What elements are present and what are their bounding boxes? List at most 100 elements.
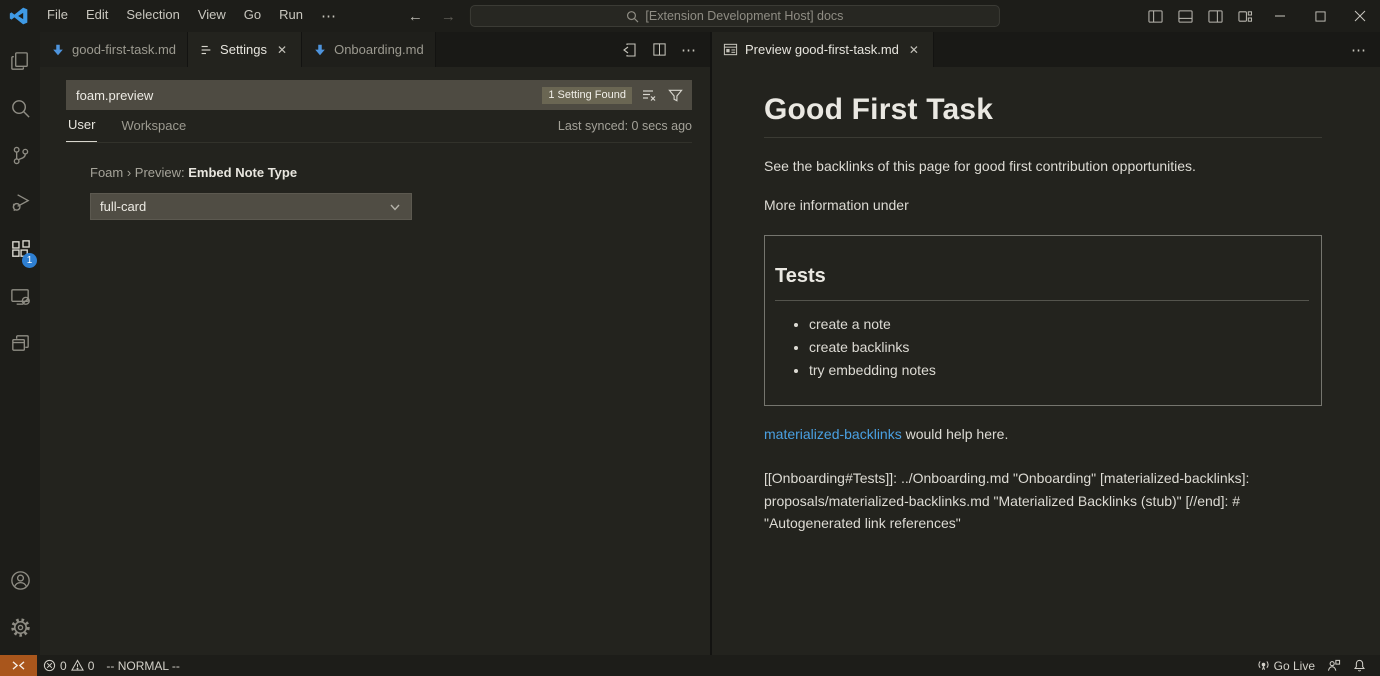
activity-bar: 1: [0, 32, 40, 655]
history-forward-icon[interactable]: →: [437, 8, 460, 25]
notifications-bell-icon[interactable]: [1347, 655, 1372, 676]
search-view-icon[interactable]: [0, 85, 40, 132]
problems-status[interactable]: 0 0: [37, 655, 100, 676]
chevron-down-icon: [388, 200, 402, 214]
settings-editor: foam.preview 1 Setting Found User Worksp…: [40, 67, 710, 655]
tab-bar-left: good-first-task.md Settings ✕ Onboarding…: [40, 32, 710, 67]
tab-label: Settings: [220, 42, 267, 57]
list-item: create backlinks: [809, 339, 1311, 356]
tab-label: good-first-task.md: [72, 42, 176, 57]
embed-heading: Tests: [775, 265, 1309, 301]
last-synced-label: Last synced: 0 secs ago: [558, 119, 692, 142]
close-window-button[interactable]: [1340, 0, 1380, 32]
more-actions-icon[interactable]: ⋯: [681, 41, 698, 59]
markdown-file-icon: [51, 43, 65, 57]
setting-item-embed-note-type: Foam › Preview: Embed Note Type full-car…: [90, 165, 710, 220]
tab-label: Onboarding.md: [334, 42, 424, 57]
tab-label: Preview good-first-task.md: [745, 42, 899, 57]
close-tab-icon[interactable]: ✕: [274, 42, 290, 58]
tab-preview-good-first-task[interactable]: Preview good-first-task.md ✕: [712, 32, 934, 67]
settings-editor-icon: [199, 43, 213, 57]
go-live-button[interactable]: Go Live: [1251, 655, 1321, 676]
settings-gear-icon[interactable]: [0, 604, 40, 651]
open-settings-json-icon[interactable]: [622, 42, 638, 58]
explorer-icon[interactable]: [0, 38, 40, 85]
settings-search-input[interactable]: foam.preview 1 Setting Found: [66, 80, 692, 110]
settings-results-badge: 1 Setting Found: [542, 87, 632, 104]
settings-scope-tabs: User Workspace Last synced: 0 secs ago: [66, 110, 692, 143]
run-debug-icon[interactable]: [0, 179, 40, 226]
remote-icon: [12, 660, 25, 671]
toggle-secondary-sidebar-icon[interactable]: [1200, 0, 1230, 32]
materialized-backlinks-link[interactable]: materialized-backlinks: [764, 426, 902, 442]
warning-count: 0: [88, 659, 95, 673]
markdown-preview-icon: [723, 42, 738, 57]
list-item: try embedding notes: [809, 362, 1311, 379]
embed-note-type-select[interactable]: full-card: [90, 193, 412, 220]
menu-file[interactable]: File: [38, 3, 77, 29]
errors-icon: [43, 659, 56, 672]
editor-group-left: good-first-task.md Settings ✕ Onboarding…: [40, 32, 712, 655]
command-center: ← → [Extension Development Host] docs: [404, 0, 1000, 32]
settings-search-value: foam.preview: [76, 88, 535, 103]
markdown-file-icon: [313, 43, 327, 57]
select-value: full-card: [100, 199, 146, 214]
split-editor-icon[interactable]: [652, 42, 667, 57]
status-bar: 0 0 -- NORMAL -- Go Live: [0, 655, 1380, 676]
menu-go[interactable]: Go: [235, 3, 270, 29]
window-title: [Extension Development Host] docs: [645, 9, 843, 23]
error-count: 0: [60, 659, 67, 673]
tab-onboarding[interactable]: Onboarding.md: [302, 32, 436, 67]
remote-indicator[interactable]: [0, 655, 37, 676]
menu-bar: File Edit Selection View Go Run ⋯: [38, 3, 347, 29]
broadcast-icon: [1257, 659, 1270, 672]
vim-mode-indicator[interactable]: -- NORMAL --: [100, 655, 186, 676]
source-control-icon[interactable]: [0, 132, 40, 179]
setting-category: Foam › Preview:: [90, 165, 188, 180]
extensions-icon[interactable]: 1: [0, 226, 40, 273]
search-icon: [626, 10, 639, 23]
scope-tab-workspace[interactable]: Workspace: [119, 118, 188, 142]
maximize-button[interactable]: [1300, 0, 1340, 32]
history-back-icon[interactable]: ←: [404, 8, 427, 25]
vscode-window: File Edit Selection View Go Run ⋯ ← → [E…: [0, 0, 1380, 676]
account-icon[interactable]: [0, 557, 40, 604]
toggle-sidebar-icon[interactable]: [1140, 0, 1170, 32]
list-item: create a note: [809, 316, 1311, 333]
windows-panel-icon[interactable]: [0, 320, 40, 367]
menu-edit[interactable]: Edit: [77, 3, 117, 29]
embed-list: create a note create backlinks try embed…: [775, 316, 1311, 379]
remote-explorer-icon[interactable]: [0, 273, 40, 320]
toggle-panel-icon[interactable]: [1170, 0, 1200, 32]
tab-bar-right: Preview good-first-task.md ✕ ⋯: [712, 32, 1380, 67]
preview-paragraph: More information under: [764, 194, 1322, 216]
tab-good-first-task[interactable]: good-first-task.md: [40, 32, 188, 67]
more-actions-icon[interactable]: ⋯: [1351, 41, 1368, 59]
command-center-search[interactable]: [Extension Development Host] docs: [470, 5, 1000, 27]
preview-title: Good First Task: [764, 93, 1322, 138]
feedback-share-icon[interactable]: [1321, 655, 1347, 676]
customize-layout-icon[interactable]: [1230, 0, 1260, 32]
editor-group-right: Preview good-first-task.md ✕ ⋯ Good Firs…: [712, 32, 1380, 655]
titlebar-controls: [1140, 0, 1380, 32]
menu-run[interactable]: Run: [270, 3, 312, 29]
link-references-text: [[Onboarding#Tests]]: ../Onboarding.md "…: [764, 467, 1322, 535]
preview-paragraph: materialized-backlinks would help here.: [764, 423, 1322, 445]
markdown-preview-pane: Good First Task See the backlinks of thi…: [712, 67, 1380, 655]
preview-paragraph: See the backlinks of this page for good …: [764, 155, 1322, 177]
extensions-badge: 1: [22, 253, 37, 268]
clear-filters-icon[interactable]: [639, 87, 659, 103]
menu-view[interactable]: View: [189, 3, 235, 29]
vscode-logo-icon: [0, 6, 38, 26]
minimize-button[interactable]: [1260, 0, 1300, 32]
editor-actions-right: ⋯: [1339, 32, 1380, 67]
scope-tab-user[interactable]: User: [66, 117, 97, 142]
tab-settings[interactable]: Settings ✕: [188, 32, 302, 67]
menu-more-icon[interactable]: ⋯: [312, 3, 347, 29]
menu-selection[interactable]: Selection: [117, 3, 188, 29]
title-bar: File Edit Selection View Go Run ⋯ ← → [E…: [0, 0, 1380, 32]
close-tab-icon[interactable]: ✕: [906, 42, 922, 58]
embedded-note-card: Tests create a note create backlinks try…: [764, 235, 1322, 406]
filter-funnel-icon[interactable]: [666, 88, 685, 103]
editor-actions-left: ⋯: [610, 32, 710, 67]
